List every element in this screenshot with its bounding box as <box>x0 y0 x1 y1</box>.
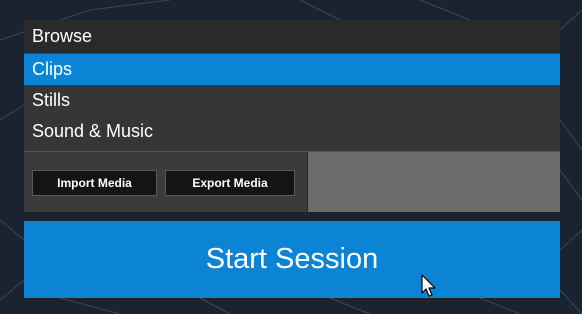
import-media-button[interactable]: Import Media <box>32 170 157 196</box>
actions-empty-area <box>308 152 560 212</box>
browse-panel: Browse Clips Stills Sound & Music Import… <box>24 20 560 212</box>
mouse-pointer-icon <box>421 274 436 297</box>
media-actions-bar: Import Media Export Media <box>24 151 560 212</box>
list-item-clips[interactable]: Clips <box>24 54 560 85</box>
browse-header: Browse <box>24 20 560 53</box>
media-category-list: Clips Stills Sound & Music <box>24 53 560 152</box>
export-media-button[interactable]: Export Media <box>165 170 295 196</box>
list-item-sound-music[interactable]: Sound & Music <box>24 116 560 147</box>
list-item-stills[interactable]: Stills <box>24 85 560 116</box>
start-session-button[interactable]: Start Session <box>24 221 560 298</box>
